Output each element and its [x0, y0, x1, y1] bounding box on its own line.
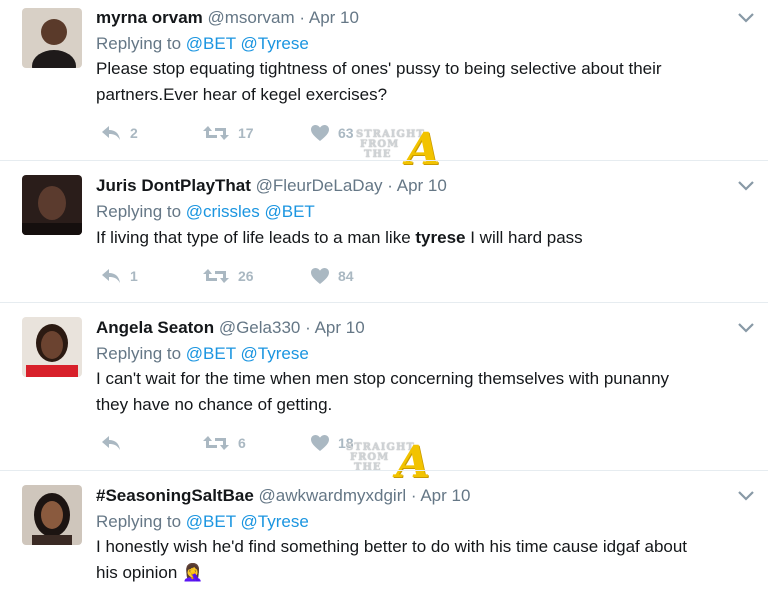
user-handle[interactable]: @awkwardmyxdgirl: [259, 486, 407, 505]
reply-icon: [102, 269, 120, 283]
chevron-down-icon[interactable]: [737, 490, 755, 502]
watermark-text: STRAIGHT: [356, 129, 425, 140]
tweet-text: I honestly wish he'd find something bett…: [96, 534, 746, 586]
tweet-text-segment: If living that type of life leads to a m…: [96, 228, 416, 247]
mention-link[interactable]: @crissles: [186, 202, 260, 221]
retweet-count: 26: [238, 268, 254, 284]
reply-icon: [102, 126, 120, 140]
reply-icon: [102, 436, 120, 450]
tweet-text-line: they have no chance of getting.: [96, 395, 333, 414]
tweet-4[interactable]: #SeasoningSaltBae @awkwardmyxdgirl · Apr…: [0, 471, 768, 591]
replying-label: Replying to: [96, 202, 182, 221]
tweet-1[interactable]: myrna orvam @msorvam · Apr 10 Replying t…: [0, 0, 768, 175]
like-button[interactable]: 63: [310, 124, 354, 142]
tweet-text-line-2: his opinion 🤦‍♀️: [96, 560, 746, 586]
display-name[interactable]: #SeasoningSaltBae: [96, 486, 254, 505]
reply-count: 1: [130, 268, 138, 284]
retweet-icon: [203, 126, 229, 140]
tweet-text-line: partners.Ever hear of kegel exercises?: [96, 85, 388, 104]
like-button[interactable]: 18: [310, 434, 354, 452]
tweet-text: Please stop equating tightness of ones' …: [96, 56, 746, 108]
tweet-date[interactable]: Apr 10: [397, 176, 447, 195]
tweet-date[interactable]: Apr 10: [315, 318, 365, 337]
mention-link[interactable]: @Tyrese: [241, 344, 309, 363]
like-button[interactable]: 84: [310, 267, 354, 285]
tweet-text-line: I honestly wish he'd find something bett…: [96, 537, 688, 556]
like-icon: [311, 435, 329, 451]
tweet-text-line: Please stop equating tightness of ones' …: [96, 59, 662, 78]
watermark-text: FROM: [360, 139, 400, 150]
replying-to: Replying to @BET @Tyrese: [96, 512, 309, 532]
replying-to: Replying to @crissles @BET: [96, 202, 315, 222]
watermark-text: THE: [364, 149, 392, 160]
like-count: 63: [338, 125, 354, 141]
chevron-down-icon[interactable]: [737, 12, 755, 24]
watermark-text: STRAIGHT: [346, 442, 415, 453]
mention-link[interactable]: @BET: [186, 512, 236, 531]
separator: ·: [299, 8, 306, 27]
reply-button[interactable]: [100, 434, 130, 452]
like-icon: [311, 125, 329, 141]
tweet-date[interactable]: Apr 10: [309, 8, 359, 27]
separator: ·: [387, 176, 393, 195]
user-handle[interactable]: @Gela330: [219, 318, 301, 337]
like-icon: [311, 268, 329, 284]
display-name[interactable]: Angela Seaton: [96, 318, 214, 337]
tweet-header: Juris DontPlayThat @FleurDeLaDay · Apr 1…: [96, 176, 447, 196]
retweet-count: 17: [238, 125, 254, 141]
reply-count: 2: [130, 125, 138, 141]
avatar[interactable]: [22, 317, 82, 377]
tweet-date[interactable]: Apr 10: [420, 486, 470, 505]
user-handle[interactable]: @FleurDeLaDay: [256, 176, 383, 195]
retweet-button[interactable]: 17: [202, 124, 254, 142]
chevron-down-icon[interactable]: [737, 180, 755, 192]
tweet-text: If living that type of life leads to a m…: [96, 225, 746, 251]
tweet-header: Angela Seaton @Gela330 · Apr 10: [96, 318, 365, 338]
avatar[interactable]: [22, 485, 82, 545]
display-name[interactable]: myrna orvam: [96, 8, 203, 27]
retweet-button[interactable]: 6: [202, 434, 246, 452]
watermark-text: FROM: [350, 452, 390, 463]
separator: ·: [305, 318, 311, 337]
replying-to: Replying to @BET @Tyrese: [96, 34, 309, 54]
tweet-text-segment: his opinion: [96, 563, 178, 582]
mention-link[interactable]: @BET: [186, 344, 236, 363]
retweet-icon: [203, 269, 229, 283]
retweet-icon: [203, 436, 229, 450]
mention-link[interactable]: @BET: [186, 34, 236, 53]
display-name[interactable]: Juris DontPlayThat: [96, 176, 251, 195]
separator: ·: [410, 486, 417, 505]
mention-link[interactable]: @Tyrese: [241, 512, 309, 531]
tweet-2[interactable]: Juris DontPlayThat @FleurDeLaDay · Apr 1…: [0, 161, 768, 301]
tweet-header: myrna orvam @msorvam · Apr 10: [96, 8, 359, 28]
reply-button[interactable]: 1: [100, 267, 138, 285]
mention-link[interactable]: @Tyrese: [241, 34, 309, 53]
tweet-text-segment: I will hard pass: [465, 228, 583, 247]
tweet-header: #SeasoningSaltBae @awkwardmyxdgirl · Apr…: [96, 486, 470, 506]
avatar[interactable]: [22, 175, 82, 235]
replying-label: Replying to: [96, 34, 182, 53]
like-count: 18: [338, 435, 354, 451]
retweet-button[interactable]: 26: [202, 267, 254, 285]
tweet-text: I can't wait for the time when men stop …: [96, 366, 746, 418]
replying-label: Replying to: [96, 344, 182, 363]
replying-to: Replying to @BET @Tyrese: [96, 344, 309, 364]
tweet-3[interactable]: Angela Seaton @Gela330 · Apr 10 Replying…: [0, 303, 768, 488]
tweet-text-bold: tyrese: [415, 228, 466, 247]
replying-label: Replying to: [96, 512, 182, 531]
chevron-down-icon[interactable]: [737, 322, 755, 334]
reply-button[interactable]: 2: [100, 124, 138, 142]
facepalm-emoji: 🤦‍♀️: [182, 563, 204, 582]
mention-link[interactable]: @BET: [264, 202, 314, 221]
user-handle[interactable]: @msorvam: [208, 8, 295, 27]
retweet-count: 6: [238, 435, 246, 451]
tweet-text-line: I can't wait for the time when men stop …: [96, 369, 670, 388]
like-count: 84: [338, 268, 354, 284]
avatar[interactable]: [22, 8, 82, 68]
